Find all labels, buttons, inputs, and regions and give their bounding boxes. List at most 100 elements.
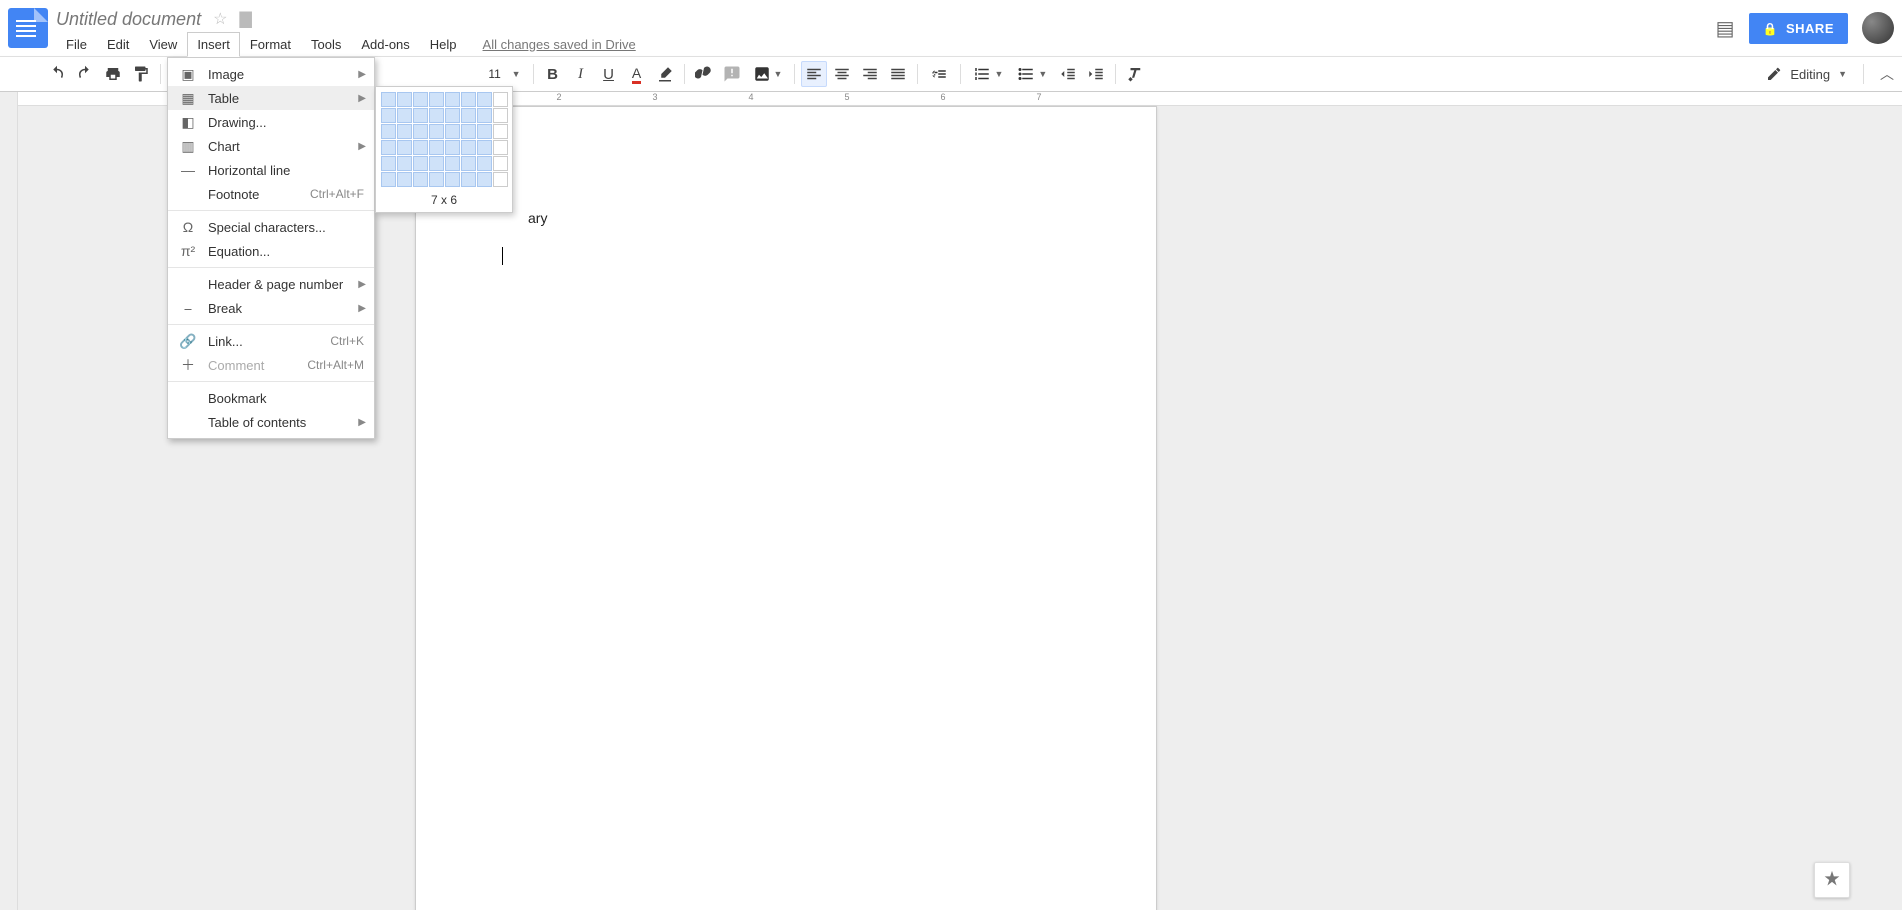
share-button[interactable]: SHARE [1749, 13, 1848, 44]
insert-link-button[interactable] [691, 61, 717, 87]
insert-menu-item-drawing[interactable]: ◧Drawing... [168, 110, 374, 134]
table-grid-cell[interactable] [445, 156, 460, 171]
table-grid-cell[interactable] [413, 124, 428, 139]
table-grid-cell[interactable] [461, 108, 476, 123]
undo-button[interactable] [44, 61, 70, 87]
table-grid-cell[interactable] [397, 124, 412, 139]
menu-format[interactable]: Format [240, 32, 301, 57]
align-right-button[interactable] [857, 61, 883, 87]
table-grid-cell[interactable] [477, 92, 492, 107]
table-grid-cell[interactable] [381, 108, 396, 123]
table-grid-cell[interactable] [413, 156, 428, 171]
table-grid-cell[interactable] [477, 108, 492, 123]
table-grid-cell[interactable] [397, 92, 412, 107]
table-grid-cell[interactable] [493, 156, 508, 171]
numbered-list-button[interactable]: ▼ [967, 65, 1009, 83]
star-icon[interactable]: ☆ [213, 9, 227, 29]
table-grid-cell[interactable] [397, 140, 412, 155]
table-grid-cell[interactable] [461, 124, 476, 139]
document-title[interactable]: Untitled document [56, 9, 201, 30]
folder-icon[interactable]: ▇ [239, 9, 251, 29]
insert-menu-item-link[interactable]: 🔗Link...Ctrl+K [168, 329, 374, 353]
align-justify-button[interactable] [885, 61, 911, 87]
line-spacing-button[interactable] [924, 65, 954, 83]
text-color-button[interactable]: A [624, 61, 650, 87]
bulleted-list-button[interactable]: ▼ [1011, 65, 1053, 83]
docs-logo[interactable] [8, 8, 48, 48]
insert-comment-button[interactable] [719, 61, 745, 87]
table-grid-cell[interactable] [429, 156, 444, 171]
comments-icon[interactable]: ▤ [1716, 16, 1735, 41]
table-grid-cell[interactable] [477, 172, 492, 187]
insert-menu-item-special-characters[interactable]: ΩSpecial characters... [168, 215, 374, 239]
table-grid-cell[interactable] [477, 140, 492, 155]
table-grid-cell[interactable] [493, 108, 508, 123]
collapse-toolbar-button[interactable]: ︿ [1880, 64, 1894, 84]
document-page[interactable]: ary [415, 106, 1157, 910]
table-grid-cell[interactable] [493, 140, 508, 155]
menu-file[interactable]: File [56, 32, 97, 57]
insert-menu-item-equation[interactable]: π²Equation... [168, 239, 374, 263]
insert-menu-item-header-page-number[interactable]: Header & page number▶ [168, 272, 374, 296]
table-grid-cell[interactable] [445, 140, 460, 155]
table-grid-cell[interactable] [477, 124, 492, 139]
table-grid-cell[interactable] [429, 108, 444, 123]
table-grid-cell[interactable] [429, 92, 444, 107]
menu-edit[interactable]: Edit [97, 32, 139, 57]
menu-addons[interactable]: Add-ons [351, 32, 419, 57]
save-status[interactable]: All changes saved in Drive [483, 37, 636, 52]
table-grid-cell[interactable] [445, 108, 460, 123]
insert-menu-item-break[interactable]: ⎯Break▶ [168, 296, 374, 320]
table-grid-cell[interactable] [461, 156, 476, 171]
table-grid-cell[interactable] [413, 108, 428, 123]
table-grid-cell[interactable] [397, 156, 412, 171]
insert-menu-item-table-of-contents[interactable]: Table of contents▶ [168, 410, 374, 434]
bold-button[interactable]: B [540, 61, 566, 87]
avatar[interactable] [1862, 12, 1894, 44]
table-grid-cell[interactable] [493, 92, 508, 107]
explore-button[interactable] [1814, 862, 1850, 898]
insert-menu-item-footnote[interactable]: FootnoteCtrl+Alt+F [168, 182, 374, 206]
table-grid[interactable] [381, 92, 507, 187]
insert-menu-item-table[interactable]: ▦Table▶ [168, 86, 374, 110]
table-grid-cell[interactable] [429, 172, 444, 187]
italic-button[interactable]: I [568, 61, 594, 87]
table-grid-cell[interactable] [429, 124, 444, 139]
table-grid-cell[interactable] [445, 172, 460, 187]
clear-formatting-button[interactable] [1122, 61, 1148, 87]
table-grid-cell[interactable] [397, 108, 412, 123]
menu-help[interactable]: Help [420, 32, 467, 57]
table-grid-cell[interactable] [445, 92, 460, 107]
menu-view[interactable]: View [139, 32, 187, 57]
table-grid-cell[interactable] [397, 172, 412, 187]
table-grid-cell[interactable] [413, 140, 428, 155]
menu-insert[interactable]: Insert [187, 32, 240, 57]
table-grid-cell[interactable] [381, 124, 396, 139]
highlight-button[interactable] [652, 61, 678, 87]
table-grid-cell[interactable] [381, 156, 396, 171]
table-grid-cell[interactable] [493, 172, 508, 187]
table-grid-cell[interactable] [413, 92, 428, 107]
insert-menu-item-horizontal-line[interactable]: —Horizontal line [168, 158, 374, 182]
table-grid-cell[interactable] [461, 140, 476, 155]
table-grid-cell[interactable] [381, 140, 396, 155]
editing-mode-dropdown[interactable]: Editing ▼ [1756, 66, 1857, 82]
table-grid-cell[interactable] [445, 124, 460, 139]
redo-button[interactable] [72, 61, 98, 87]
print-button[interactable] [100, 61, 126, 87]
table-grid-cell[interactable] [461, 172, 476, 187]
align-left-button[interactable] [801, 61, 827, 87]
table-grid-cell[interactable] [381, 92, 396, 107]
insert-menu-item-chart[interactable]: ▥Chart▶ [168, 134, 374, 158]
decrease-indent-button[interactable] [1055, 61, 1081, 87]
table-grid-cell[interactable] [429, 140, 444, 155]
align-center-button[interactable] [829, 61, 855, 87]
underline-button[interactable]: U [596, 61, 622, 87]
insert-image-button[interactable]: ▼ [747, 65, 789, 83]
table-grid-cell[interactable] [477, 156, 492, 171]
insert-menu-item-image[interactable]: ▣Image▶ [168, 62, 374, 86]
increase-indent-button[interactable] [1083, 61, 1109, 87]
table-grid-cell[interactable] [381, 172, 396, 187]
paint-format-button[interactable] [128, 61, 154, 87]
font-size-dropdown[interactable]: 11 ▼ [475, 67, 527, 81]
